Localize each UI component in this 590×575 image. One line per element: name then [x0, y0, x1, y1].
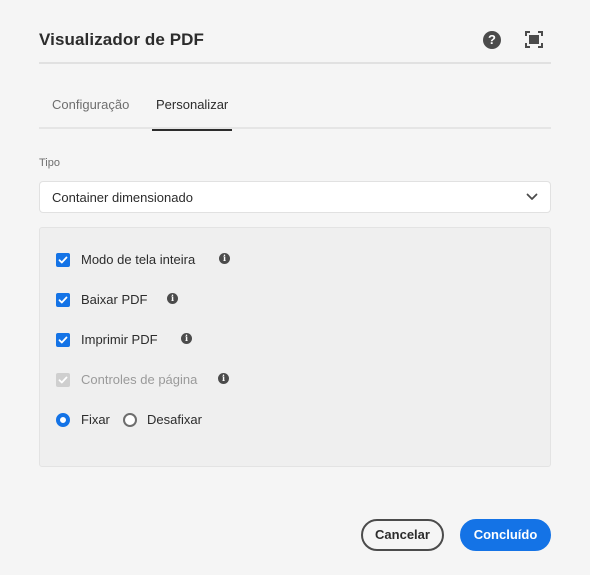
- info-icon[interactable]: i: [167, 293, 178, 304]
- tab-list: Configuração Personalizar: [39, 84, 551, 131]
- chevron-down-icon: [526, 193, 538, 200]
- info-icon[interactable]: i: [219, 253, 230, 264]
- fullscreen-checkbox[interactable]: [56, 253, 70, 267]
- print-label: Imprimir PDF: [81, 332, 158, 347]
- desafixar-label: Desafixar: [147, 412, 202, 427]
- options-panel: Modo de tela inteira i Baixar PDF i Impr…: [39, 227, 551, 467]
- fullscreen-label: Modo de tela inteira: [81, 252, 196, 267]
- fixar-radio[interactable]: [56, 413, 70, 427]
- fullscreen-icon[interactable]: [525, 31, 543, 48]
- tab-configuracao[interactable]: Configuração: [52, 97, 129, 129]
- help-icon[interactable]: ?: [483, 31, 501, 49]
- print-checkbox[interactable]: [56, 333, 70, 347]
- tab-personalizar[interactable]: Personalizar: [152, 97, 233, 131]
- info-icon[interactable]: i: [218, 373, 229, 384]
- page-controls-label: Controles de página: [81, 372, 198, 387]
- tipo-select[interactable]: Container dimensionado: [39, 181, 551, 213]
- dialog-header: Visualizador de PDF ?: [39, 26, 551, 64]
- desafixar-radio[interactable]: [123, 413, 137, 427]
- cancel-button[interactable]: Cancelar: [361, 519, 444, 551]
- dialog-title: Visualizador de PDF: [39, 30, 205, 49]
- tipo-label: Tipo: [39, 157, 60, 169]
- info-icon[interactable]: i: [181, 333, 192, 344]
- pdf-viewer-dialog: Visualizador de PDF ? Configuração Perso…: [0, 0, 590, 575]
- done-button[interactable]: Concluído: [460, 519, 551, 551]
- tipo-select-value: Container dimensionado: [52, 190, 193, 205]
- download-label: Baixar PDF: [81, 292, 148, 307]
- download-checkbox[interactable]: [56, 293, 70, 307]
- page-controls-checkbox: [56, 373, 70, 387]
- fixar-label: Fixar: [81, 412, 110, 427]
- dock-radio-group: Fixar Desafixar: [56, 412, 256, 429]
